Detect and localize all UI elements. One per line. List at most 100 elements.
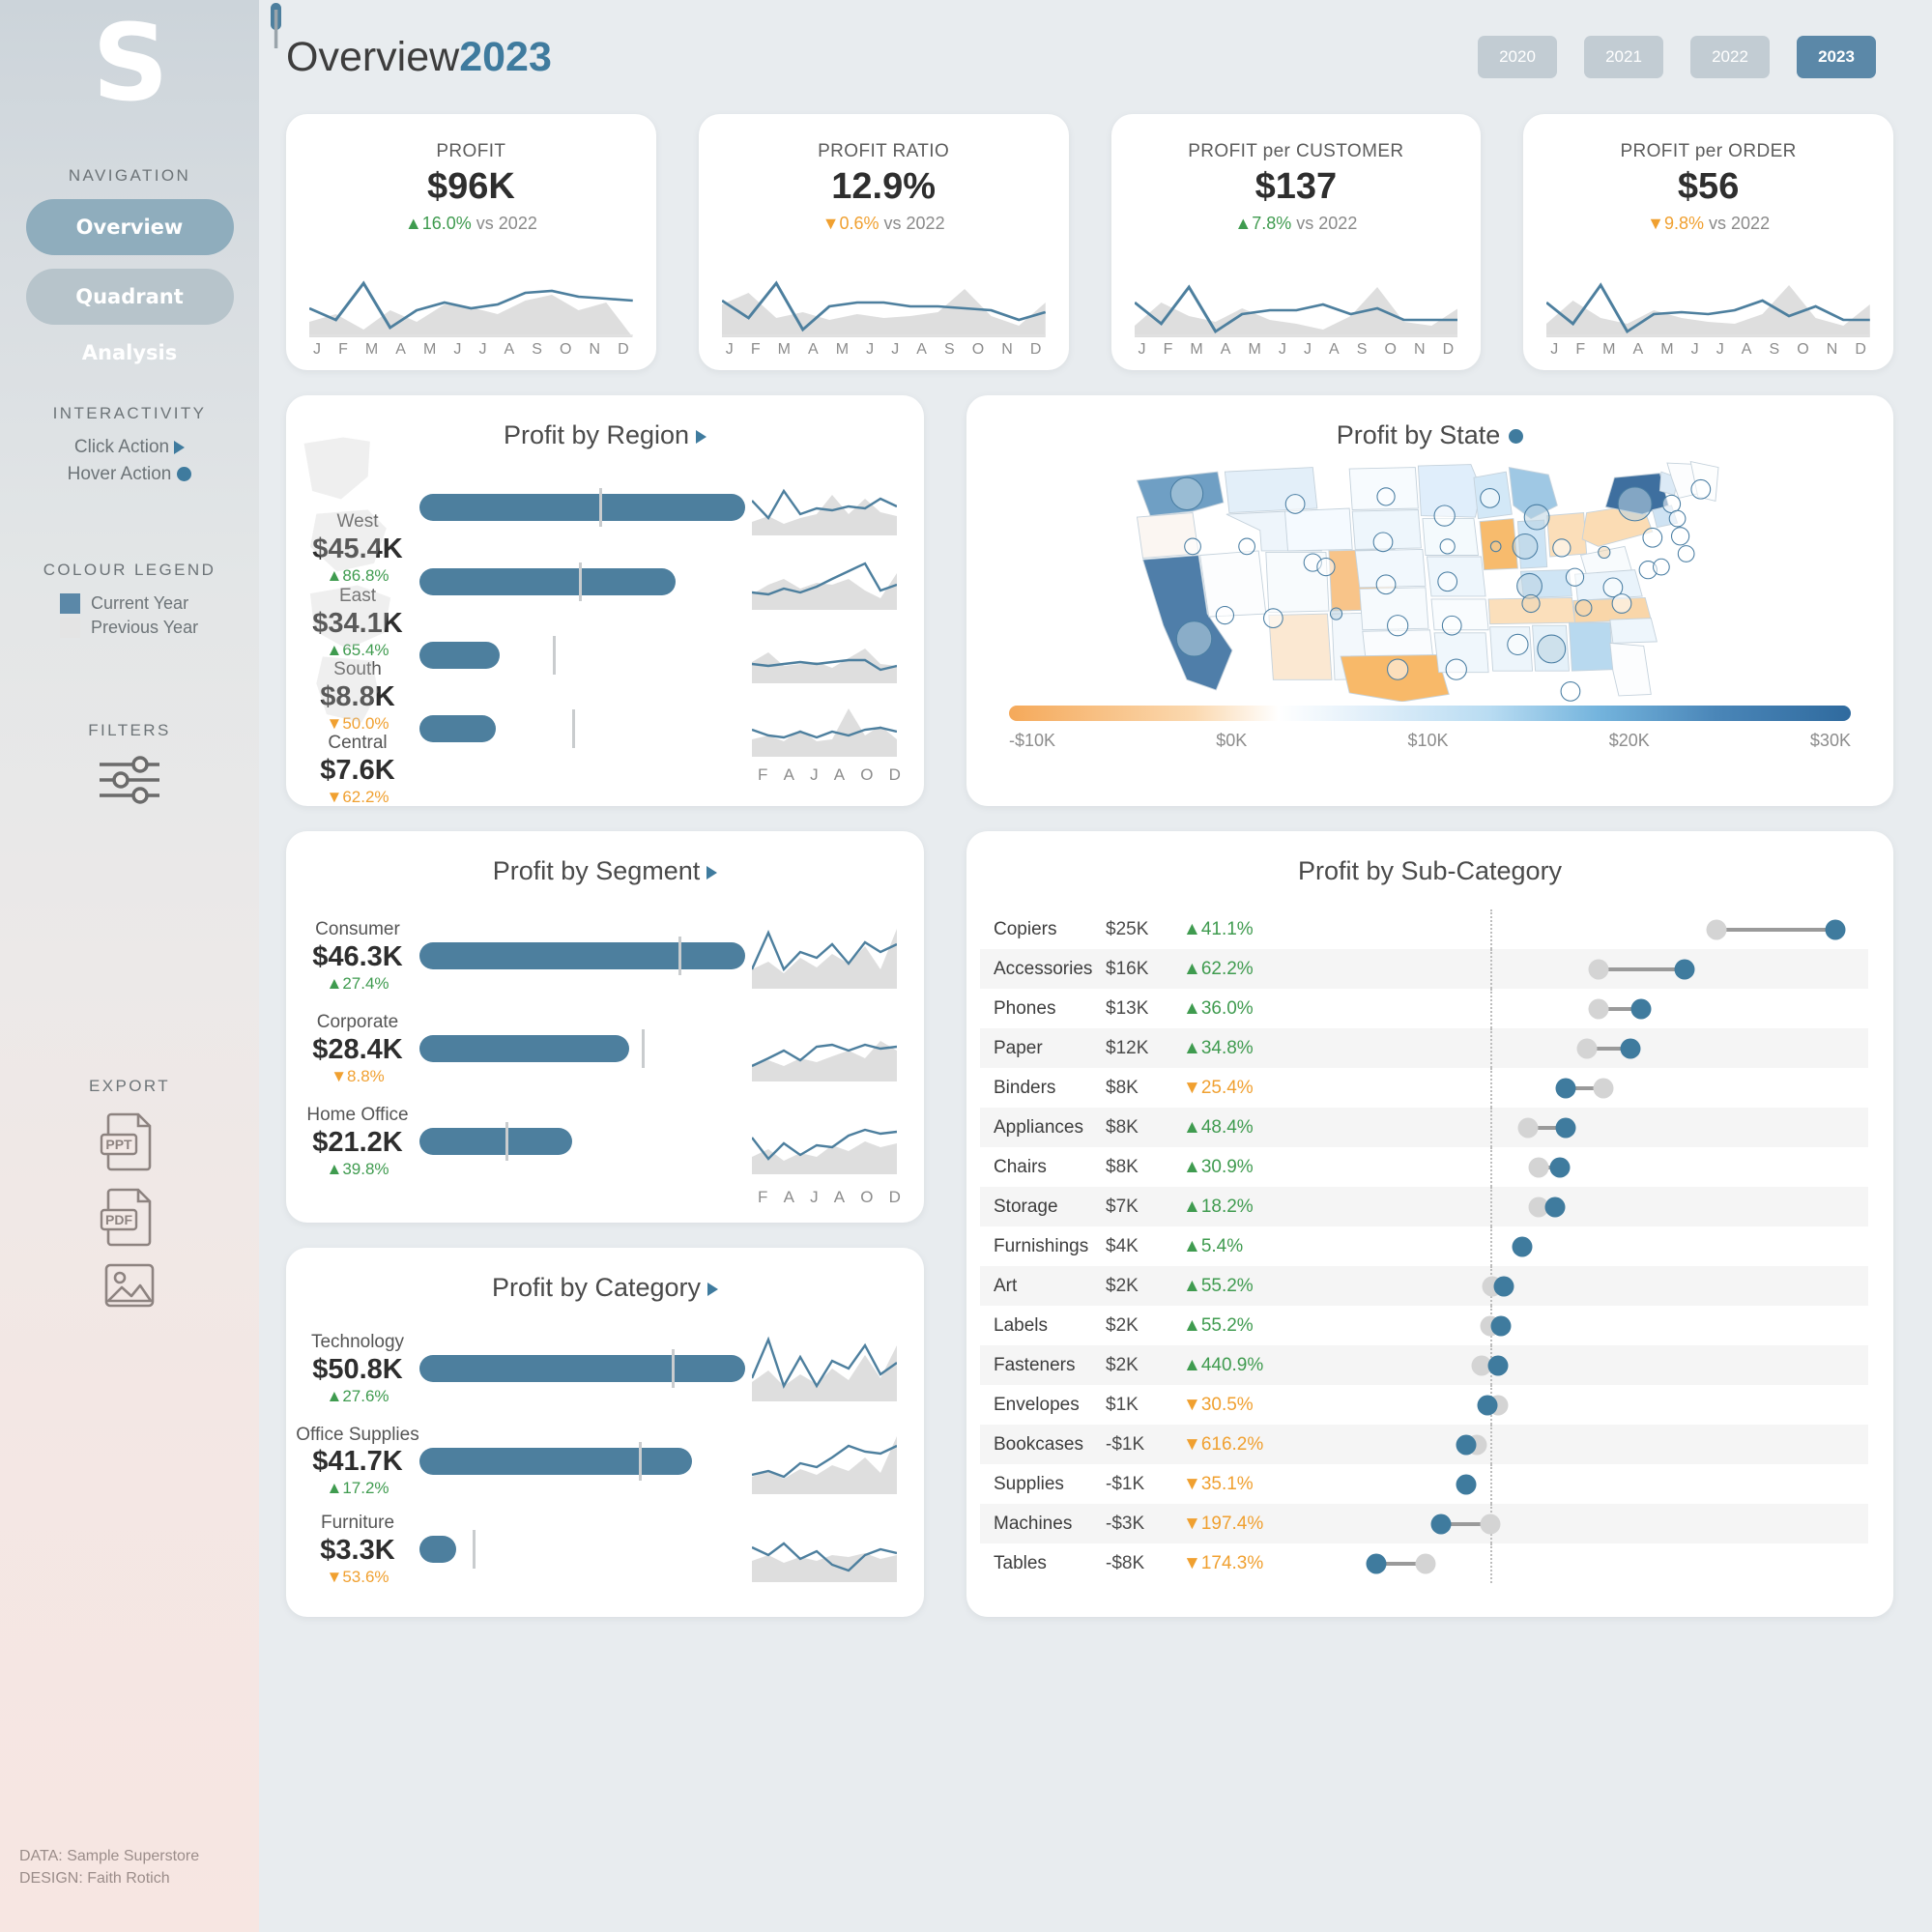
us-choropleth-map[interactable] — [966, 456, 1893, 706]
file-ppt-icon[interactable]: PPT — [100, 1110, 159, 1171]
bar-current — [419, 568, 676, 595]
file-pdf-icon[interactable]: PDF — [100, 1185, 159, 1247]
interactivity-click-action: Click Action — [0, 437, 259, 458]
map-bubble — [1617, 486, 1653, 522]
year-button-2021[interactable]: 2021 — [1584, 36, 1663, 78]
table-row[interactable]: Envelopes $1K ▼30.5% — [980, 1385, 1868, 1425]
segment-value: $21.2K — [312, 1126, 403, 1158]
table-row[interactable]: Copiers $25K ▲41.1% — [980, 909, 1868, 949]
month-tick: A — [395, 341, 406, 358]
segment-change: ▼8.8% — [331, 1066, 385, 1085]
point-current — [1430, 1514, 1452, 1534]
month-tick: J — [891, 341, 900, 358]
triangle-right-icon[interactable] — [707, 1282, 719, 1296]
point-current — [1456, 1434, 1477, 1455]
table-row[interactable]: Tables -$8K ▼174.3% — [980, 1543, 1868, 1583]
map-bubble — [1215, 605, 1234, 625]
map-bubble — [1439, 538, 1456, 555]
point-current — [1493, 1276, 1514, 1296]
table-row[interactable]: Appliances $8K ▲48.4% — [980, 1108, 1868, 1147]
table-row[interactable]: Paper $12K ▲34.8% — [980, 1028, 1868, 1068]
zero-line — [1489, 1028, 1492, 1068]
sidebar-item-overview[interactable]: Overview — [25, 199, 234, 255]
month-tick: N — [589, 341, 601, 358]
table-row[interactable]: Furnishings $4K ▲5.4% — [980, 1226, 1868, 1266]
subcat-value: $2K — [1106, 1354, 1139, 1375]
month-tick: M — [1660, 341, 1674, 358]
month-tick: O — [971, 341, 985, 358]
category-sparkline-furniture — [751, 1513, 907, 1586]
sliders-icon[interactable] — [96, 754, 163, 806]
kpi-card-profit-per-order[interactable]: PROFIT per ORDER $56 ▼9.8% vs 2022 JFMAM… — [1523, 114, 1893, 370]
subcat-dumbbell — [1328, 909, 1868, 949]
kpi-delta: ▼0.6% vs 2022 — [822, 214, 945, 234]
map-bubble — [1387, 615, 1409, 637]
subcat-value: -$1K — [1106, 1473, 1145, 1494]
category-change: ▼53.6% — [326, 1567, 389, 1586]
segment-row-corporate[interactable]: Corporate $28.4K ▼8.8% — [296, 1002, 907, 1095]
table-row[interactable]: Storage $7K ▲18.2% — [980, 1187, 1868, 1226]
map-bubble — [1372, 532, 1394, 553]
table-row[interactable]: Fasteners $2K ▲440.9% — [980, 1345, 1868, 1385]
kpi-card-profit-ratio[interactable]: PROFIT RATIO 12.9% ▼0.6% vs 2022 JFMAMJJ… — [698, 114, 1069, 370]
table-row[interactable]: Binders $8K ▼25.4% — [980, 1068, 1868, 1108]
bar-current — [419, 942, 746, 969]
category-value: $50.8K — [312, 1353, 403, 1385]
region-spark-axis: FAJAOD — [752, 765, 907, 785]
image-icon[interactable] — [101, 1260, 158, 1311]
bar-reference-line — [572, 709, 576, 748]
year-button-2020[interactable]: 2020 — [1478, 36, 1557, 78]
table-row[interactable]: Art $2K ▲55.2% — [980, 1266, 1868, 1306]
category-label-office-supplies: Office Supplies $41.7K ▲17.2% — [296, 1425, 419, 1499]
table-row[interactable]: Machines -$3K ▼197.4% — [980, 1504, 1868, 1543]
map-bubble — [1642, 527, 1663, 548]
subcat-change: ▲55.2% — [1183, 1275, 1254, 1296]
interactivity-heading: INTERACTIVITY — [52, 404, 207, 422]
map-bubble — [1677, 545, 1695, 562]
subcat-dumbbell — [1328, 949, 1868, 989]
navigation-heading: NAVIGATION — [68, 166, 191, 185]
segment-row-consumer[interactable]: Consumer $46.3K ▲27.4% — [296, 909, 907, 1002]
table-row[interactable]: Supplies -$1K ▼35.1% — [980, 1464, 1868, 1504]
map-colour-legend: -$10K $0K $10K $20K $30K — [966, 706, 1893, 751]
kpi-month-axis: JFMAMJJASOND — [309, 341, 633, 359]
table-row[interactable]: Bookcases -$1K ▼616.2% — [980, 1425, 1868, 1464]
triangle-right-icon[interactable] — [696, 429, 707, 444]
month-tick: A — [916, 341, 927, 358]
table-row[interactable]: Phones $13K ▲36.0% — [980, 989, 1868, 1028]
category-bar-furniture — [419, 1530, 752, 1569]
app-logo: S — [0, 0, 259, 116]
axis-tick: A — [833, 765, 846, 784]
month-tick: D — [1029, 341, 1042, 358]
category-row-furniture[interactable]: Furniture $3.3K ▼53.6% — [296, 1508, 907, 1591]
sidebar-item-quadrant-analysis[interactable]: Quadrant Analysis — [25, 269, 234, 364]
segment-row-home-office[interactable]: Home Office $21.2K ▲39.8% — [296, 1095, 907, 1188]
table-row[interactable]: Accessories $16K ▲62.2% — [980, 949, 1868, 989]
main-content: Overview | 2023 2020 2021 2022 2023 PROFIT… — [259, 0, 1932, 1932]
subcat-dumbbell — [1328, 1345, 1868, 1385]
subcat-change: ▲440.9% — [1183, 1354, 1264, 1375]
axis-tick: F — [758, 1188, 768, 1206]
year-button-2023[interactable]: 2023 — [1797, 36, 1876, 78]
year-button-2022[interactable]: 2022 — [1690, 36, 1770, 78]
kpi-card-profit-per-customer[interactable]: PROFIT per CUSTOMER $137 ▲7.8% vs 2022 J… — [1110, 114, 1482, 370]
kpi-label: PROFIT — [436, 141, 506, 161]
segment-name: Consumer — [315, 918, 400, 939]
kpi-card-profit[interactable]: PROFIT $96K ▲16.0% vs 2022 JFMAMJJASOND — [286, 114, 656, 370]
month-tick: F — [750, 341, 761, 358]
table-row[interactable]: Chairs $8K ▲30.9% — [980, 1147, 1868, 1187]
month-tick: M — [364, 341, 379, 358]
region-row-central[interactable]: Central $7.6K ▼62.2% — [296, 656, 907, 806]
map-bubble — [1690, 478, 1712, 500]
circle-icon[interactable] — [1509, 429, 1524, 445]
category-row-technology[interactable]: Technology $50.8K ▲27.6% — [296, 1322, 907, 1415]
segment-change: ▲39.8% — [326, 1159, 389, 1178]
zero-line — [1489, 1425, 1492, 1464]
category-row-office-supplies[interactable]: Office Supplies $41.7K ▲17.2% — [296, 1415, 907, 1508]
map-bubble — [1537, 634, 1567, 664]
triangle-right-icon[interactable] — [706, 865, 718, 879]
subcat-name: Copiers — [994, 918, 1057, 939]
table-row[interactable]: Labels $2K ▲55.2% — [980, 1306, 1868, 1345]
region-bar-west — [419, 488, 752, 527]
subcat-dumbbell — [1328, 989, 1868, 1028]
